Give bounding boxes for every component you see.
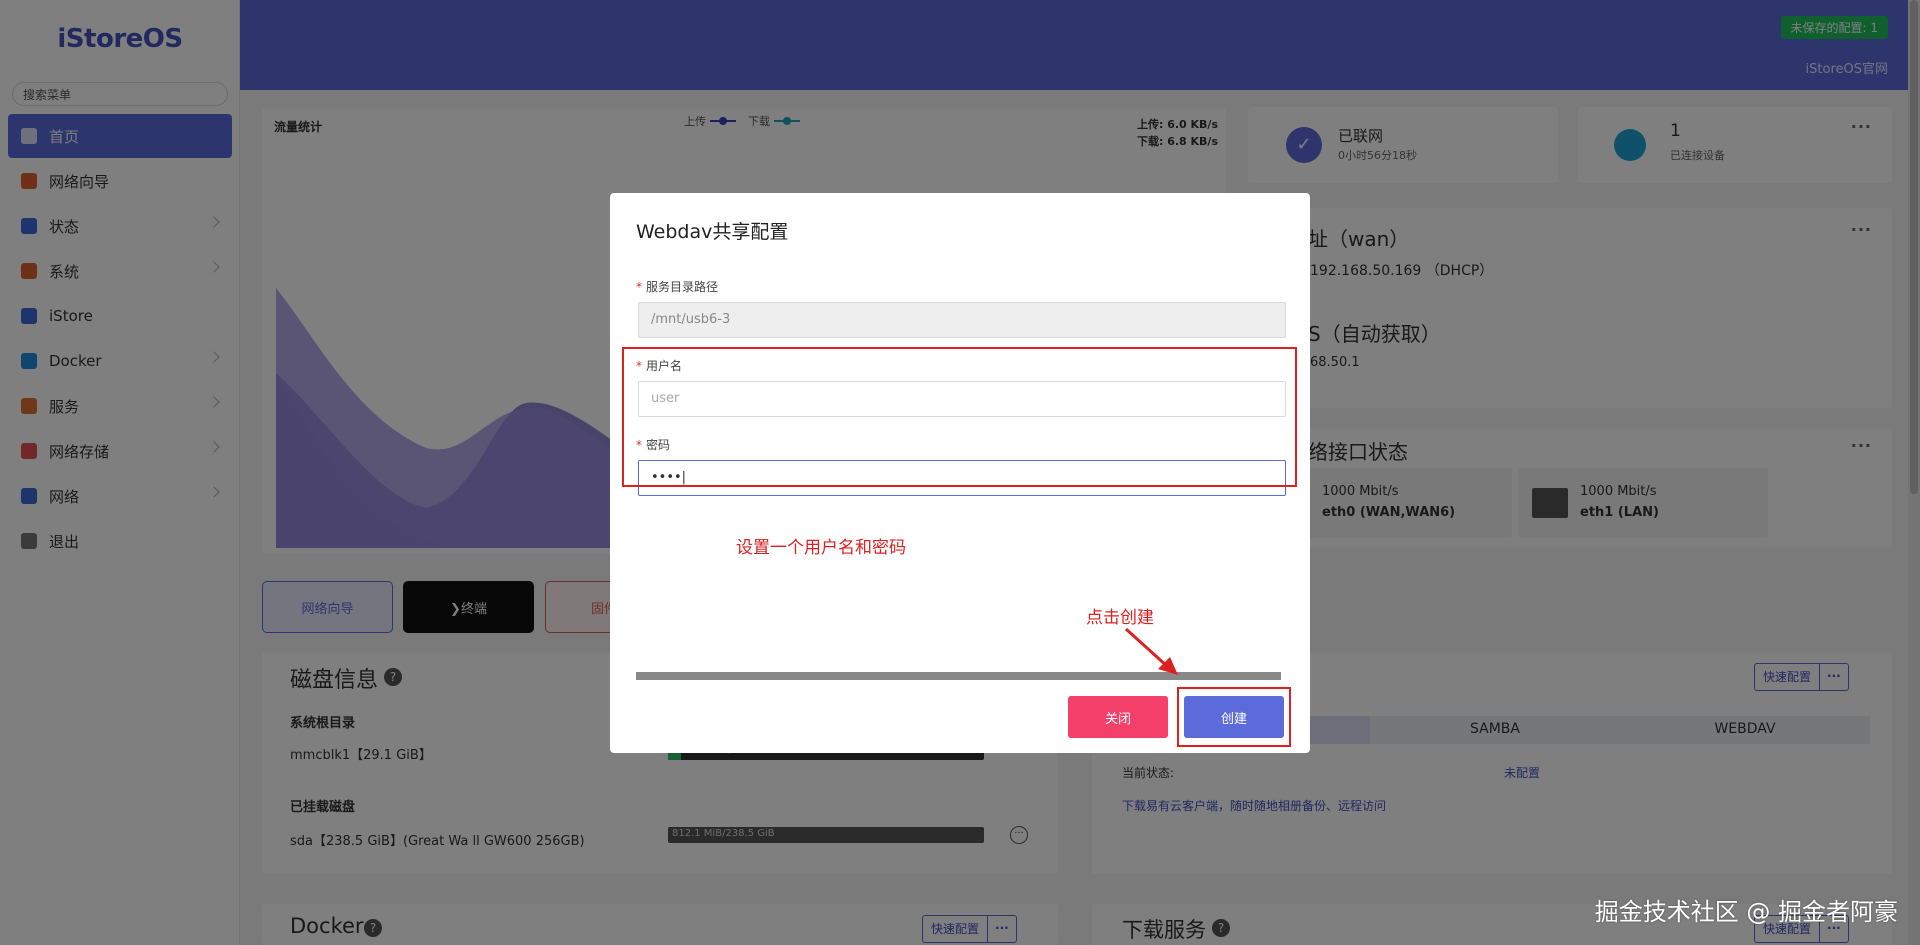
dialog-hscrollbar[interactable] [636,672,1281,680]
annotation-credentials-box [622,347,1297,487]
annotation-create-box [1177,687,1291,747]
watermark: 掘金技术社区 @ 掘金者阿豪 [1594,898,1898,926]
path-label-text: 服务目录路径 [646,280,719,294]
dialog-title: Webdav共享配置 [636,221,789,243]
path-label: * 服务目录路径 [636,280,719,294]
close-button[interactable]: 关闭 [1068,696,1168,738]
annotation-arrow-icon [1124,627,1178,675]
path-input[interactable]: /mnt/usb6-3 [638,302,1286,338]
annotation-click-create: 点击创建 [1086,608,1154,628]
webdav-config-dialog: Webdav共享配置 * 服务目录路径 /mnt/usb6-3 * 用户名 user… [610,193,1310,753]
annotation-set-credentials: 设置一个用户名和密码 [736,538,906,558]
